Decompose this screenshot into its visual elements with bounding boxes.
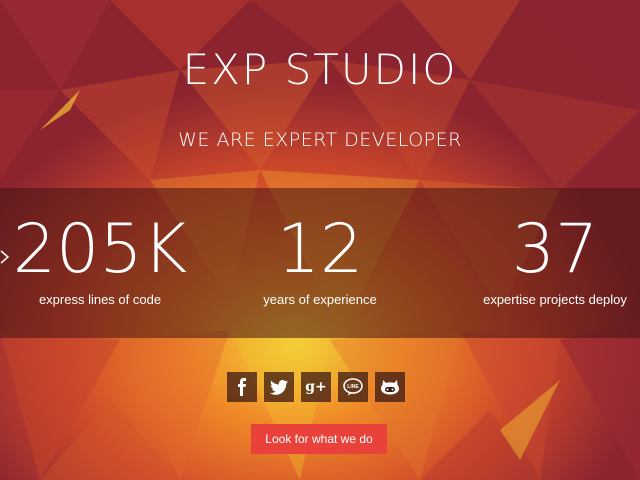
github-button[interactable] bbox=[375, 372, 405, 402]
facebook-button[interactable] bbox=[227, 372, 257, 402]
stat-label: expertise projects deploy bbox=[483, 292, 627, 307]
google-plus-icon: g+ bbox=[305, 379, 327, 395]
stat-projects-deployed: 37 expertise projects deploy bbox=[460, 188, 640, 338]
stat-lines-of-code: 205K express lines of code bbox=[0, 188, 200, 338]
page-subtitle: WE ARE EXPERT DEVELOPER bbox=[178, 129, 462, 151]
social-links: g+ LINE bbox=[227, 372, 417, 402]
stat-value: 12 bbox=[276, 210, 364, 289]
twitter-icon bbox=[270, 379, 288, 395]
line-icon-text: LINE bbox=[347, 384, 359, 390]
line-icon: LINE bbox=[343, 378, 363, 396]
stats-band: 205K express lines of code 12 years of e… bbox=[0, 188, 640, 338]
stat-label: years of experience bbox=[263, 292, 377, 307]
facebook-icon bbox=[238, 378, 246, 396]
look-for-what-we-do-button[interactable]: Look for what we do bbox=[251, 424, 387, 454]
line-button[interactable]: LINE bbox=[338, 372, 368, 402]
stat-value: 205K bbox=[12, 210, 188, 289]
stat-label: express lines of code bbox=[38, 292, 162, 307]
stat-years-experience: 12 years of experience bbox=[220, 188, 420, 338]
stat-value: 37 bbox=[511, 210, 599, 289]
page-title: EXP STUDIO bbox=[182, 45, 458, 94]
google-plus-button[interactable]: g+ bbox=[301, 372, 331, 402]
arrow-right-icon[interactable] bbox=[0, 250, 10, 264]
github-icon bbox=[381, 380, 399, 395]
twitter-button[interactable] bbox=[264, 372, 294, 402]
